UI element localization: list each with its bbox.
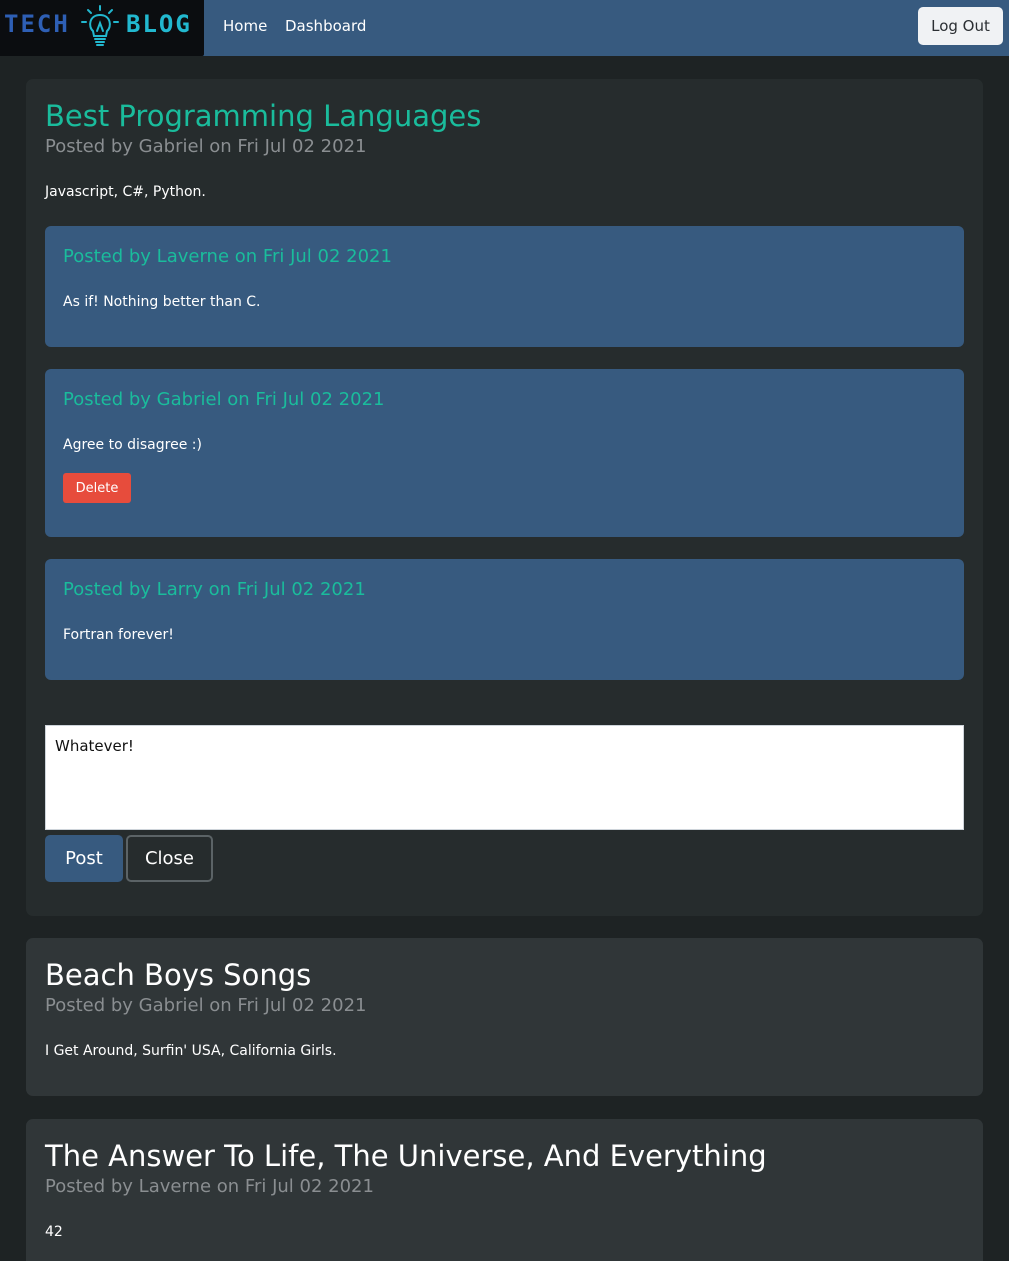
navbar: TECH BLOG Home Dashboard Log Out — [0, 0, 1009, 56]
post-meta: Posted by Laverne on Fri Jul 02 2021 — [45, 1176, 374, 1197]
lightbulb-icon — [81, 5, 119, 46]
comment-card: Posted by Larry on Fri Jul 02 2021 Fortr… — [45, 559, 964, 680]
post-comment-button[interactable]: Post — [45, 835, 123, 882]
logo-blog-text: BLOG — [126, 10, 192, 38]
post-body: Javascript, C#, Python. — [45, 184, 206, 200]
tech-blog-logo[interactable]: TECH BLOG — [0, 0, 204, 56]
comment-body: Fortran forever! — [63, 627, 174, 643]
post-body: I Get Around, Surfin' USA, California Gi… — [45, 1043, 337, 1059]
post-card[interactable]: Beach Boys Songs Posted by Gabriel on Fr… — [26, 938, 983, 1096]
comment-body: As if! Nothing better than C. — [63, 294, 261, 310]
post-card: Best Programming Languages Posted by Gab… — [26, 79, 983, 916]
comment-card: Posted by Gabriel on Fri Jul 02 2021 Agr… — [45, 369, 964, 537]
comment-body: Agree to disagree :) — [63, 437, 202, 453]
comment-meta: Posted by Laverne on Fri Jul 02 2021 — [63, 246, 392, 267]
delete-comment-button[interactable]: Delete — [63, 473, 131, 503]
nav-dashboard-link[interactable]: Dashboard — [285, 17, 366, 35]
comment-meta: Posted by Gabriel on Fri Jul 02 2021 — [63, 389, 385, 410]
nav-home-link[interactable]: Home — [223, 17, 267, 35]
post-title[interactable]: The Answer To Life, The Universe, And Ev… — [45, 1139, 767, 1173]
post-card[interactable]: The Answer To Life, The Universe, And Ev… — [26, 1119, 983, 1261]
comment-meta: Posted by Larry on Fri Jul 02 2021 — [63, 579, 366, 600]
post-body: 42 — [45, 1224, 63, 1240]
post-title[interactable]: Beach Boys Songs — [45, 958, 311, 992]
post-title[interactable]: Best Programming Languages — [45, 99, 481, 133]
comment-textarea[interactable]: Whatever! — [45, 725, 964, 830]
close-comment-button[interactable]: Close — [126, 835, 213, 882]
logout-button[interactable]: Log Out — [918, 7, 1003, 45]
logo-tech-text: TECH — [4, 10, 70, 38]
comment-card: Posted by Laverne on Fri Jul 02 2021 As … — [45, 226, 964, 347]
post-meta: Posted by Gabriel on Fri Jul 02 2021 — [45, 136, 367, 157]
post-meta: Posted by Gabriel on Fri Jul 02 2021 — [45, 995, 367, 1016]
